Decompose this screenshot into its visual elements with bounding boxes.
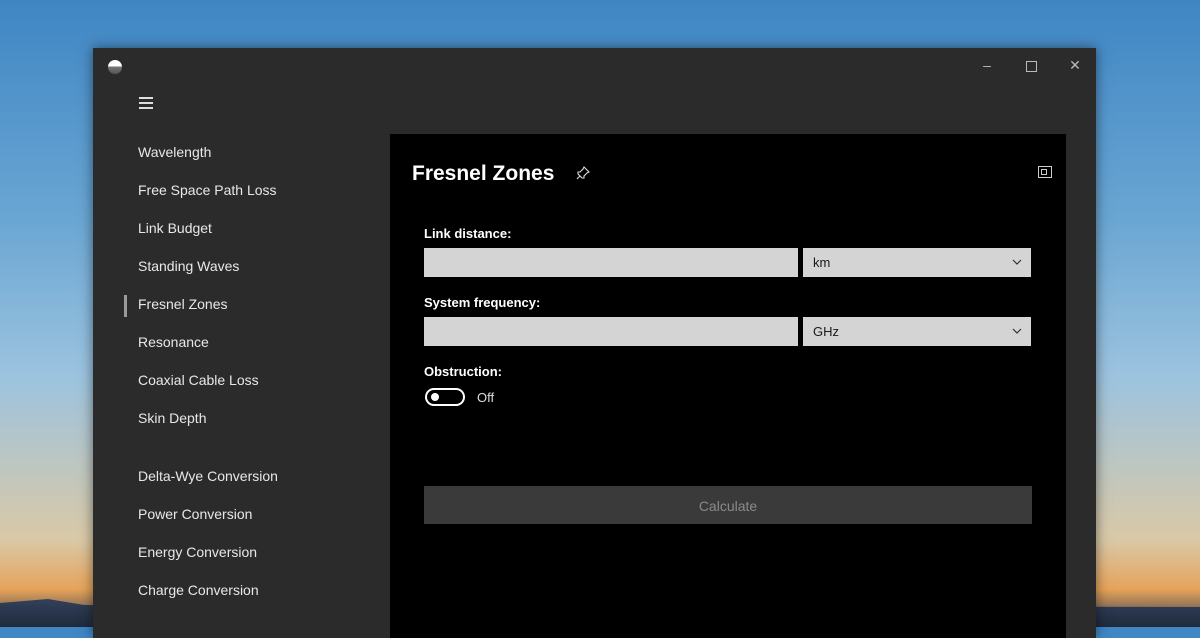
sidebar-item-wavelength[interactable]: Wavelength — [93, 136, 389, 174]
compact-overlay-icon[interactable] — [1038, 166, 1052, 178]
sidebar-item-standing-waves[interactable]: Standing Waves — [93, 250, 389, 288]
title-bar: – ✕ — [93, 48, 1096, 82]
system-frequency-label: System frequency: — [424, 295, 541, 310]
obstruction-toggle-state: Off — [477, 390, 495, 405]
sidebar-item-fresnel-zones[interactable]: Fresnel Zones — [93, 288, 389, 326]
sidebar-item-link-budget[interactable]: Link Budget — [93, 212, 389, 250]
obstruction-label: Obstruction: — [424, 364, 502, 379]
sidebar-item-free-space-path-loss[interactable]: Free Space Path Loss — [93, 174, 389, 212]
calculator-panel: Fresnel Zones Link distance: km System f… — [390, 134, 1066, 638]
page-title: Fresnel Zones — [412, 162, 555, 185]
sidebar-nav: Wavelength Free Space Path Loss Link Bud… — [93, 136, 389, 612]
obstruction-toggle[interactable] — [425, 388, 465, 406]
system-frequency-input[interactable] — [424, 317, 798, 346]
minimize-button[interactable]: – — [965, 54, 1009, 76]
sidebar-item-power-conversion[interactable]: Power Conversion — [93, 498, 389, 536]
link-distance-input[interactable] — [424, 248, 798, 277]
sidebar-item-delta-wye-conversion[interactable]: Delta-Wye Conversion — [93, 460, 389, 498]
sidebar-item-coaxial-cable-loss[interactable]: Coaxial Cable Loss — [93, 364, 389, 402]
close-button[interactable]: ✕ — [1053, 54, 1097, 76]
sidebar-item-skin-depth[interactable]: Skin Depth — [93, 402, 389, 440]
hamburger-icon[interactable] — [139, 97, 153, 109]
maximize-icon — [1025, 60, 1037, 72]
sidebar-item-charge-conversion[interactable]: Charge Conversion — [93, 574, 389, 612]
sidebar-item-resonance[interactable]: Resonance — [93, 326, 389, 364]
system-frequency-unit-select[interactable]: GHz — [803, 317, 1031, 346]
link-distance-unit-value: km — [813, 255, 831, 270]
chevron-down-icon — [1012, 328, 1022, 334]
app-window: – ✕ Wavelength Free Space Path Loss Link… — [93, 48, 1096, 638]
system-frequency-unit-value: GHz — [813, 324, 839, 339]
link-distance-unit-select[interactable]: km — [803, 248, 1031, 277]
link-distance-label: Link distance: — [424, 226, 512, 241]
sidebar-item-energy-conversion[interactable]: Energy Conversion — [93, 536, 389, 574]
app-icon — [108, 60, 122, 74]
maximize-button[interactable] — [1009, 54, 1053, 76]
calculate-button[interactable]: Calculate — [424, 486, 1032, 524]
pin-icon[interactable] — [576, 166, 590, 180]
chevron-down-icon — [1012, 259, 1022, 265]
